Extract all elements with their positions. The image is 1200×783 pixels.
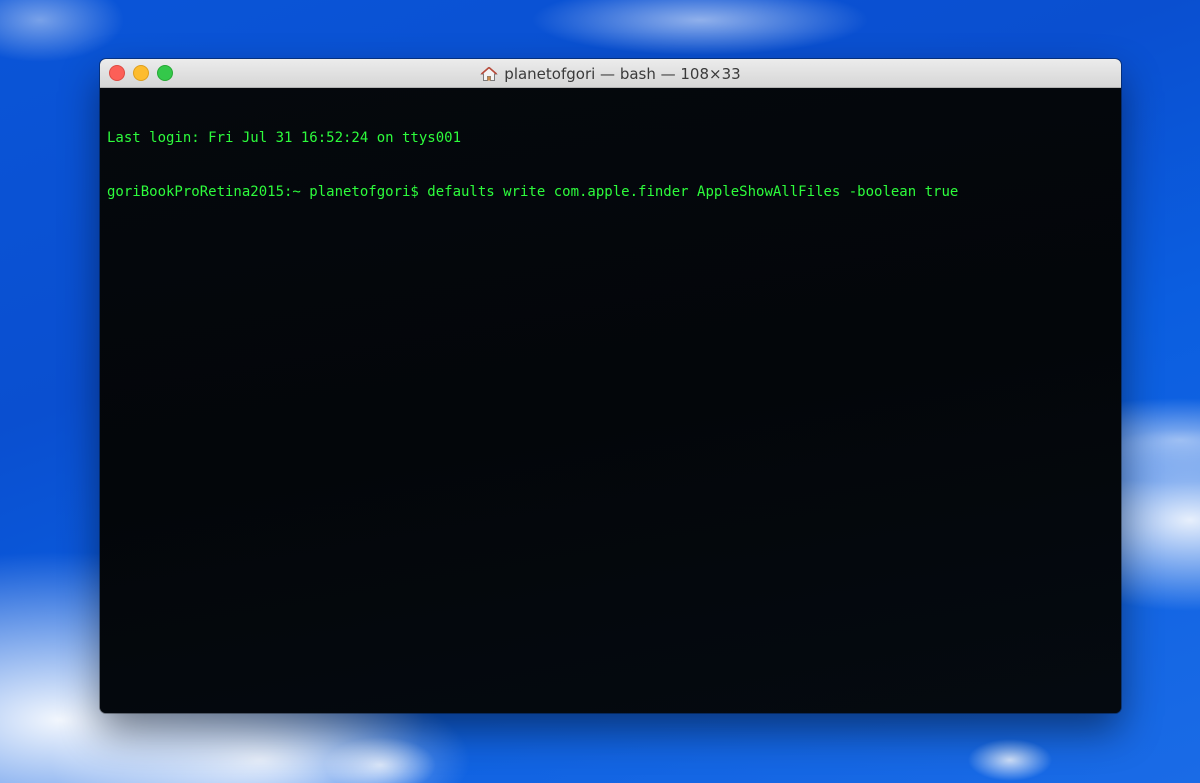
terminal-window: planetofgori — bash — 108×33 Last login:… — [100, 59, 1121, 713]
window-title-area: planetofgori — bash — 108×33 — [100, 59, 1121, 88]
terminal-line: Last login: Fri Jul 31 16:52:24 on ttys0… — [107, 130, 462, 146]
terminal-line: goriBookProRetina2015:~ planetofgori$ de… — [107, 184, 959, 200]
title-bar[interactable]: planetofgori — bash — 108×33 — [100, 59, 1121, 88]
window-title: planetofgori — bash — 108×33 — [504, 64, 741, 83]
terminal-output[interactable]: Last login: Fri Jul 31 16:52:24 on ttys0… — [100, 88, 1121, 713]
home-icon — [480, 66, 499, 81]
